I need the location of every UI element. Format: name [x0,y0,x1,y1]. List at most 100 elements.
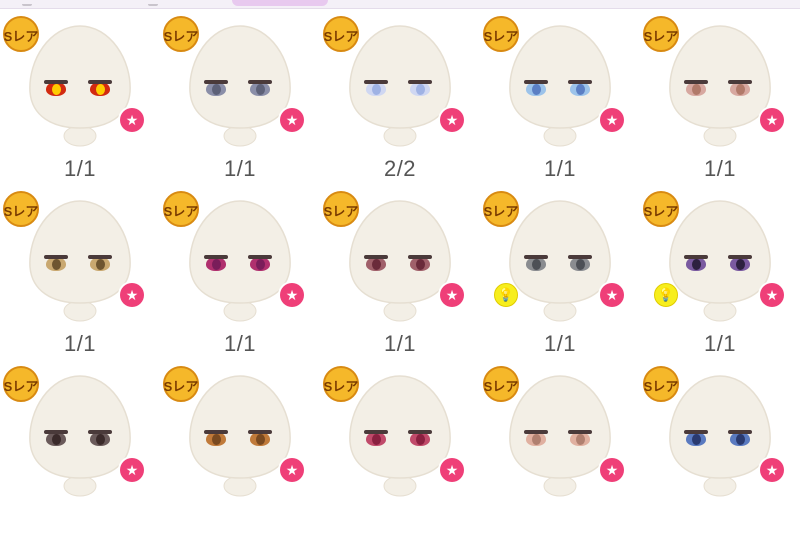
iris [256,259,265,270]
iris [736,84,745,95]
right-eye [568,80,592,96]
iris [372,84,381,95]
rarity-badge: Sレア [478,364,524,404]
eyelash [728,80,752,84]
owned-count: 1/1 [63,331,97,356]
right-eye [408,80,432,96]
egg-base-shape [223,300,257,322]
iris [372,434,381,445]
eyelash [248,430,272,434]
right-eye [568,255,592,271]
active-tab-indicator[interactable] [232,0,328,6]
left-eye [524,80,548,96]
favorite-star-button[interactable]: ★ [600,458,624,482]
favorite-star-button[interactable]: ★ [280,458,304,482]
item-card[interactable]: Sレア ★ [640,358,800,533]
favorite-star-button[interactable]: ★ [760,283,784,307]
rarity-label: Sレア [323,204,359,219]
egg-head-shape [29,25,131,129]
left-eye [204,255,228,271]
right-eye [728,255,752,271]
item-card[interactable]: Sレア ★ 1/1 [160,8,320,183]
item-card[interactable]: Sレア ★ 1/1 [0,183,160,358]
item-card[interactable]: Sレア ★ 1/1 [320,183,480,358]
egg-head-shape [189,25,291,129]
eyelash [684,80,708,84]
eyelash [88,430,112,434]
item-card[interactable]: Sレア ★ 1/1 [0,8,160,183]
favorite-star-button[interactable]: ★ [120,283,144,307]
favorite-star-button[interactable]: ★ [600,108,624,132]
iris [416,84,425,95]
eyelash [364,255,388,259]
favorite-star-button[interactable]: ★ [440,458,464,482]
item-card[interactable]: Sレア ★ [480,358,640,533]
rarity-label: Sレア [323,29,359,44]
favorite-star-button[interactable]: ★ [120,458,144,482]
eyelash [408,255,432,259]
egg-base-shape [383,300,417,322]
iris [212,259,221,270]
left-eye [684,80,708,96]
favorite-star-button[interactable]: ★ [760,458,784,482]
lightbulb-icon[interactable]: 💡 [494,283,518,307]
iris [416,434,425,445]
iris [532,259,541,270]
iris [52,84,61,95]
rarity-badge: Sレア [158,189,204,229]
item-card[interactable]: Sレア ★ 2/2 [320,8,480,183]
rarity-badge: Sレア [158,364,204,404]
eyelash [248,80,272,84]
favorite-star-button[interactable]: ★ [280,283,304,307]
right-eye [568,430,592,446]
egg-base-shape [223,125,257,147]
rarity-badge: Sレア [638,364,684,404]
item-card[interactable]: Sレア ★ 💡 1/1 [640,183,800,358]
eyelash [44,80,68,84]
favorite-star-button[interactable]: ★ [760,108,784,132]
iris [692,84,701,95]
eyelash [364,80,388,84]
favorite-star-button[interactable]: ★ [440,283,464,307]
rarity-label: Sレア [3,379,39,394]
egg-base-shape [63,300,97,322]
lightbulb-icon[interactable]: 💡 [654,283,678,307]
left-eye [44,430,68,446]
iris [416,259,425,270]
rarity-badge: Sレア [638,14,684,54]
item-card[interactable]: Sレア ★ [160,358,320,533]
rarity-badge: Sレア [318,14,364,54]
right-eye [408,255,432,271]
item-card[interactable]: Sレア ★ 1/1 [160,183,320,358]
item-card[interactable]: Sレア ★ [0,358,160,533]
iris [52,259,61,270]
item-card[interactable]: Sレア ★ 1/1 [480,8,640,183]
egg-head-shape [509,375,611,479]
eyelash [524,80,548,84]
tool-icon[interactable] [148,0,158,6]
right-eye [248,430,272,446]
tool-icon[interactable] [22,0,32,6]
eyelash [204,430,228,434]
eyelash [204,80,228,84]
eyelash [568,80,592,84]
left-eye [684,430,708,446]
egg-head-shape [29,375,131,479]
rarity-label: Sレア [163,29,199,44]
favorite-star-button[interactable]: ★ [120,108,144,132]
left-eye [364,80,388,96]
eyelash [204,255,228,259]
rarity-label: Sレア [3,29,39,44]
eyelash [524,430,548,434]
item-card[interactable]: Sレア ★ 1/1 [640,8,800,183]
favorite-star-button[interactable]: ★ [600,283,624,307]
favorite-star-button[interactable]: ★ [280,108,304,132]
egg-head-shape [669,25,771,129]
eyelash [684,430,708,434]
favorite-star-button[interactable]: ★ [440,108,464,132]
iris [576,259,585,270]
iris [532,84,541,95]
eyelash [568,255,592,259]
item-card[interactable]: Sレア ★ 💡 1/1 [480,183,640,358]
item-card[interactable]: Sレア ★ [320,358,480,533]
